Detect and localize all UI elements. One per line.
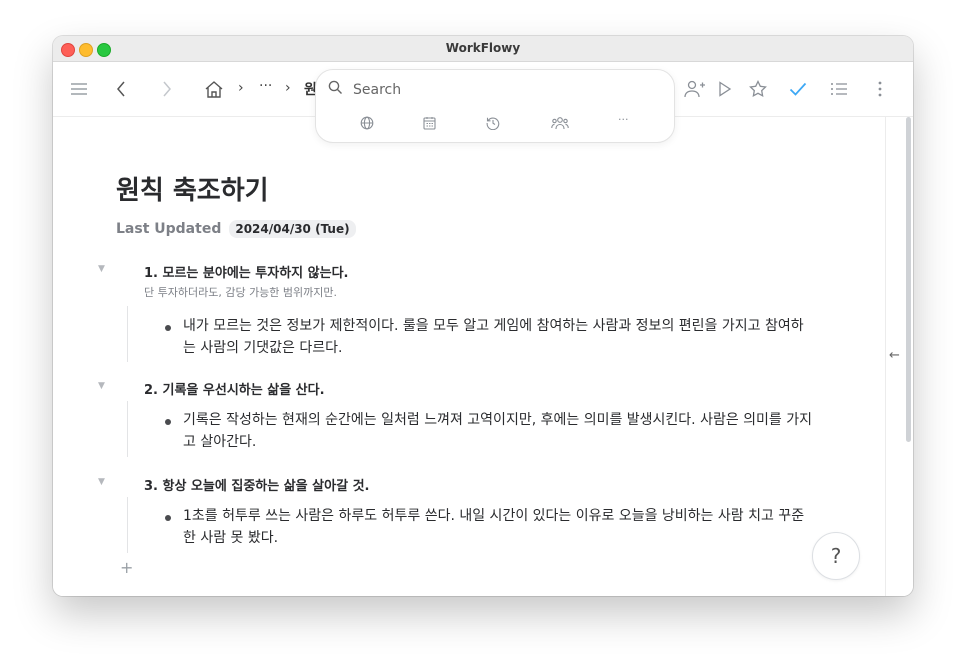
indent-guide <box>127 497 128 553</box>
calendar-icon[interactable] <box>423 115 436 134</box>
kebab-icon[interactable] <box>871 62 889 116</box>
list-icon[interactable] <box>828 62 850 116</box>
more-dots-icon[interactable]: ··· <box>618 113 629 126</box>
bullet-icon[interactable] <box>165 515 171 521</box>
last-updated-label: Last Updated <box>116 221 222 237</box>
add-item-button[interactable]: + <box>120 558 133 577</box>
search-row <box>328 80 635 99</box>
breadcrumb-separator-icon: › <box>285 80 291 96</box>
bullet-icon[interactable] <box>165 325 171 331</box>
expand-panel-arrow-icon[interactable]: ← <box>889 348 900 363</box>
collapse-arrow-icon[interactable]: ▼ <box>98 477 105 487</box>
play-icon[interactable] <box>715 62 735 116</box>
list-item[interactable]: 1초를 허투루 쓰는 사람은 하루도 허투루 쓴다. 내일 시간이 있다는 이유… <box>183 505 815 549</box>
section-title[interactable]: 1. 모르는 분야에는 투자하지 않는다. <box>144 262 348 281</box>
search-icon <box>328 80 343 99</box>
indent-guide <box>127 401 128 457</box>
back-icon[interactable] <box>111 62 131 116</box>
scrollbar[interactable] <box>906 117 911 442</box>
indent-guide <box>127 306 128 362</box>
date-badge[interactable]: 2024/04/30 (Tue) <box>229 220 356 238</box>
add-user-icon[interactable] <box>683 62 707 116</box>
last-updated: Last Updated 2024/04/30 (Tue) <box>116 220 356 238</box>
list-item[interactable]: 내가 모르는 것은 정보가 제한적이다. 룰을 모두 알고 게임에 참여하는 사… <box>183 315 815 359</box>
title-bar: WorkFlowy <box>53 36 913 62</box>
search-filters: ··· <box>316 113 674 134</box>
window-title: WorkFlowy <box>445 41 521 55</box>
section-note[interactable]: 단 투자하더라도, 감당 가능한 범위까지만. <box>144 284 337 300</box>
section-title[interactable]: 3. 항상 오늘에 집중하는 삶을 살아갈 것. <box>144 475 369 494</box>
page-title[interactable]: 원칙 축조하기 <box>116 170 269 207</box>
menu-icon[interactable] <box>68 62 90 116</box>
document-content: 원칙 축조하기 Last Updated 2024/04/30 (Tue) ▼ … <box>53 117 885 596</box>
help-button[interactable]: ? <box>812 532 860 580</box>
star-icon[interactable] <box>747 62 769 116</box>
breadcrumb-separator-icon: › <box>238 80 244 96</box>
collapse-arrow-icon[interactable]: ▼ <box>98 381 105 391</box>
forward-icon[interactable] <box>157 62 177 116</box>
list-item[interactable]: 기록은 작성하는 현재의 순간에는 일처럼 느껴져 고역이지만, 후에는 의미를… <box>183 409 815 453</box>
search-popover: ··· <box>315 69 675 143</box>
collapse-arrow-icon[interactable]: ▼ <box>98 264 105 274</box>
home-icon[interactable] <box>203 62 225 116</box>
search-input[interactable] <box>351 80 635 99</box>
history-icon[interactable] <box>486 115 500 134</box>
globe-icon[interactable] <box>360 115 374 134</box>
section-title[interactable]: 2. 기록을 우선시하는 삶을 산다. <box>144 379 325 398</box>
app-window: WorkFlowy › ··· › 원 원칙 축조하기 Last Updated… <box>53 36 913 596</box>
check-icon[interactable] <box>787 62 809 116</box>
people-icon[interactable] <box>551 115 569 134</box>
bullet-icon[interactable] <box>165 419 171 425</box>
breadcrumb-ellipsis[interactable]: ··· <box>259 78 272 94</box>
